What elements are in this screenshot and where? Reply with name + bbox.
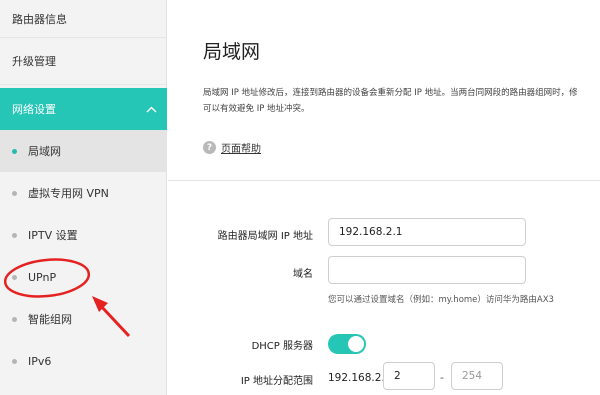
toggle-knob xyxy=(348,336,364,352)
sidebar-item-label: 虚拟专用网 VPN xyxy=(28,187,109,200)
bullet-icon xyxy=(12,316,17,322)
sidebar-item-smart-mesh[interactable]: 智能组网 xyxy=(0,298,167,340)
page-title: 局域网 xyxy=(203,41,261,63)
chevron-up-icon xyxy=(146,106,157,112)
ip-range-prefix: 192.168.2. xyxy=(328,372,385,384)
dhcp-toggle[interactable] xyxy=(328,334,366,354)
sidebar-item-lan[interactable]: 局域网 xyxy=(0,130,167,172)
ip-address-input[interactable]: 192.168.2.1 xyxy=(328,218,526,246)
sidebar-item-upgrade[interactable]: 升级管理 xyxy=(0,38,167,85)
ip-range-label: IP 地址分配范围 xyxy=(240,376,313,387)
sidebar-item-vpn[interactable]: 虚拟专用网 VPN xyxy=(0,172,167,214)
sidebar-item-label: 升级管理 xyxy=(12,55,56,68)
help-link[interactable]: ? 页面帮助 xyxy=(203,140,261,155)
sidebar-item-label: UPnP xyxy=(28,270,57,284)
bullet-icon xyxy=(12,148,17,154)
help-label: 页面帮助 xyxy=(221,144,261,155)
bullet-icon xyxy=(12,274,17,280)
domain-input[interactable] xyxy=(328,256,526,284)
sidebar-item-label: 路由器信息 xyxy=(12,12,67,26)
ip-range-start-input[interactable]: 2 xyxy=(383,362,435,390)
divider xyxy=(168,180,600,181)
question-icon: ? xyxy=(203,141,216,154)
sidebar-item-upnp[interactable]: UPnP xyxy=(0,256,167,298)
sidebar-item-label: 智能组网 xyxy=(28,313,72,326)
sidebar-item-label: IPTV 设置 xyxy=(28,229,78,242)
sidebar-item-router-info[interactable]: 路由器信息 xyxy=(0,0,167,38)
bullet-icon xyxy=(12,358,17,364)
description-line: 局域网 IP 地址修改后，连接到路由器的设备会重新分配 IP 地址。当两台同网段… xyxy=(203,88,578,98)
description-line: 可以有效避免 IP 地址冲突。 xyxy=(203,104,310,114)
ip-address-label: 路由器局域网 IP 地址 xyxy=(217,231,313,242)
sidebar-item-ipv6[interactable]: IPv6 xyxy=(0,340,167,382)
ip-range-separator: - xyxy=(440,371,444,384)
bullet-icon xyxy=(12,190,17,196)
sidebar-item-iptv[interactable]: IPTV 设置 xyxy=(0,214,167,256)
main-panel: 局域网 局域网 IP 地址修改后，连接到路由器的设备会重新分配 IP 地址。当两… xyxy=(168,0,600,395)
bullet-icon xyxy=(12,232,17,238)
ip-range-end-input[interactable]: 254 xyxy=(451,362,503,390)
sidebar-item-label: IPv6 xyxy=(28,354,52,368)
page-description: 局域网 IP 地址修改后，连接到路由器的设备会重新分配 IP 地址。当两台同网段… xyxy=(203,85,600,117)
domain-label: 域名 xyxy=(293,269,313,280)
sidebar-section-label: 网络设置 xyxy=(12,103,56,116)
domain-hint: 您可以通过设置域名（例如：my.home）访问华为路由AX3 xyxy=(328,295,554,305)
sidebar-section-network-settings[interactable]: 网络设置 xyxy=(0,88,167,130)
sidebar: 路由器信息 升级管理 网络设置 局域网 虚拟专用网 VPN IPTV 设置 UP… xyxy=(0,0,167,395)
sidebar-item-label: 局域网 xyxy=(28,145,61,158)
dhcp-label: DHCP 服务器 xyxy=(251,341,313,352)
